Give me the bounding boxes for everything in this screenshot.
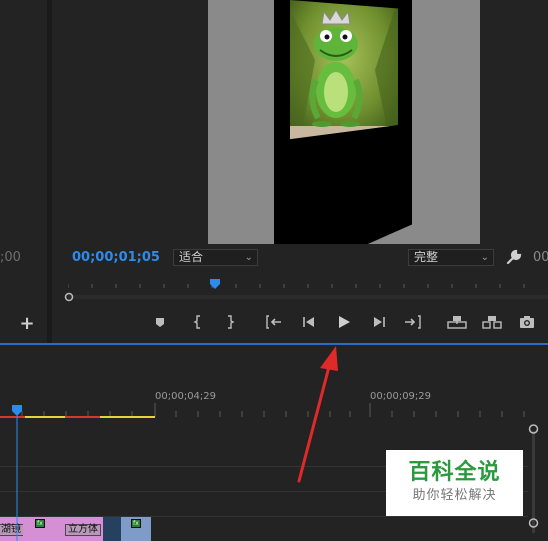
zoom-level-select[interactable]: 适合 ⌄ — [173, 249, 258, 266]
chevron-down-icon: ⌄ — [244, 252, 253, 263]
duration-timecode: 00 — [533, 250, 548, 265]
step-back-icon — [303, 317, 314, 327]
play-button[interactable] — [334, 312, 354, 332]
go-to-in-icon — [266, 315, 281, 329]
fx-badge: fx — [131, 519, 141, 528]
export-frame-icon — [520, 316, 534, 328]
mark-out-icon — [228, 315, 235, 329]
extract-button[interactable] — [481, 312, 503, 332]
watermark-title: 百科全说 — [408, 460, 501, 485]
mark-out-button[interactable] — [220, 312, 240, 332]
timeline-playhead[interactable] — [11, 405, 23, 541]
source-timecode: ;00 — [0, 250, 21, 265]
render-status-bar — [0, 416, 155, 418]
export-frame-button[interactable] — [517, 312, 537, 332]
playback-resolution-value: 完整 — [414, 250, 439, 264]
fx-badge: fx — [35, 519, 45, 528]
zoom-scrollbar[interactable] — [64, 292, 548, 302]
ruler-label: 00;00;04;29 — [155, 391, 217, 402]
annotation-arrow — [297, 346, 338, 483]
lift-button[interactable] — [446, 312, 468, 332]
go-to-out-icon — [405, 315, 421, 329]
add-button[interactable]: + — [17, 313, 37, 334]
go-to-out-button[interactable] — [403, 312, 423, 332]
wrench-icon[interactable] — [505, 248, 523, 266]
step-forward-icon — [374, 317, 385, 327]
mark-in-icon — [193, 315, 200, 329]
time-ruler[interactable] — [68, 282, 548, 288]
lift-icon — [447, 316, 467, 329]
add-marker-button[interactable] — [150, 312, 170, 332]
play-icon — [339, 316, 350, 328]
go-to-in-button[interactable] — [264, 312, 284, 332]
extract-icon — [482, 316, 502, 329]
timeline-clip[interactable]: fx 立方体 — [23, 517, 103, 541]
project-panel — [0, 0, 47, 343]
chevron-down-icon: ⌄ — [480, 252, 489, 263]
monitor-playhead[interactable] — [209, 278, 221, 290]
zoom-level-value: 适合 — [179, 250, 204, 264]
frog-image — [290, 0, 398, 140]
mark-in-button[interactable] — [188, 312, 208, 332]
step-back-button[interactable] — [299, 312, 319, 332]
add-marker-icon — [156, 318, 164, 327]
timeline-clip[interactable]: fx — [121, 517, 151, 541]
watermark: 百科全说 助你轻松解决 — [386, 450, 523, 516]
timeline-vertical-scrollbar[interactable] — [527, 423, 540, 541]
playback-resolution-select[interactable]: 完整 ⌄ — [408, 249, 494, 266]
ruler-label: 00;00;09;29 — [370, 391, 432, 402]
watermark-subtitle: 助你轻松解决 — [412, 488, 497, 503]
playhead-timecode[interactable]: 00;00;01;05 — [72, 250, 160, 265]
timeline-clip[interactable] — [103, 517, 121, 541]
step-forward-button[interactable] — [369, 312, 389, 332]
clip-label: 立方体 — [65, 524, 101, 536]
